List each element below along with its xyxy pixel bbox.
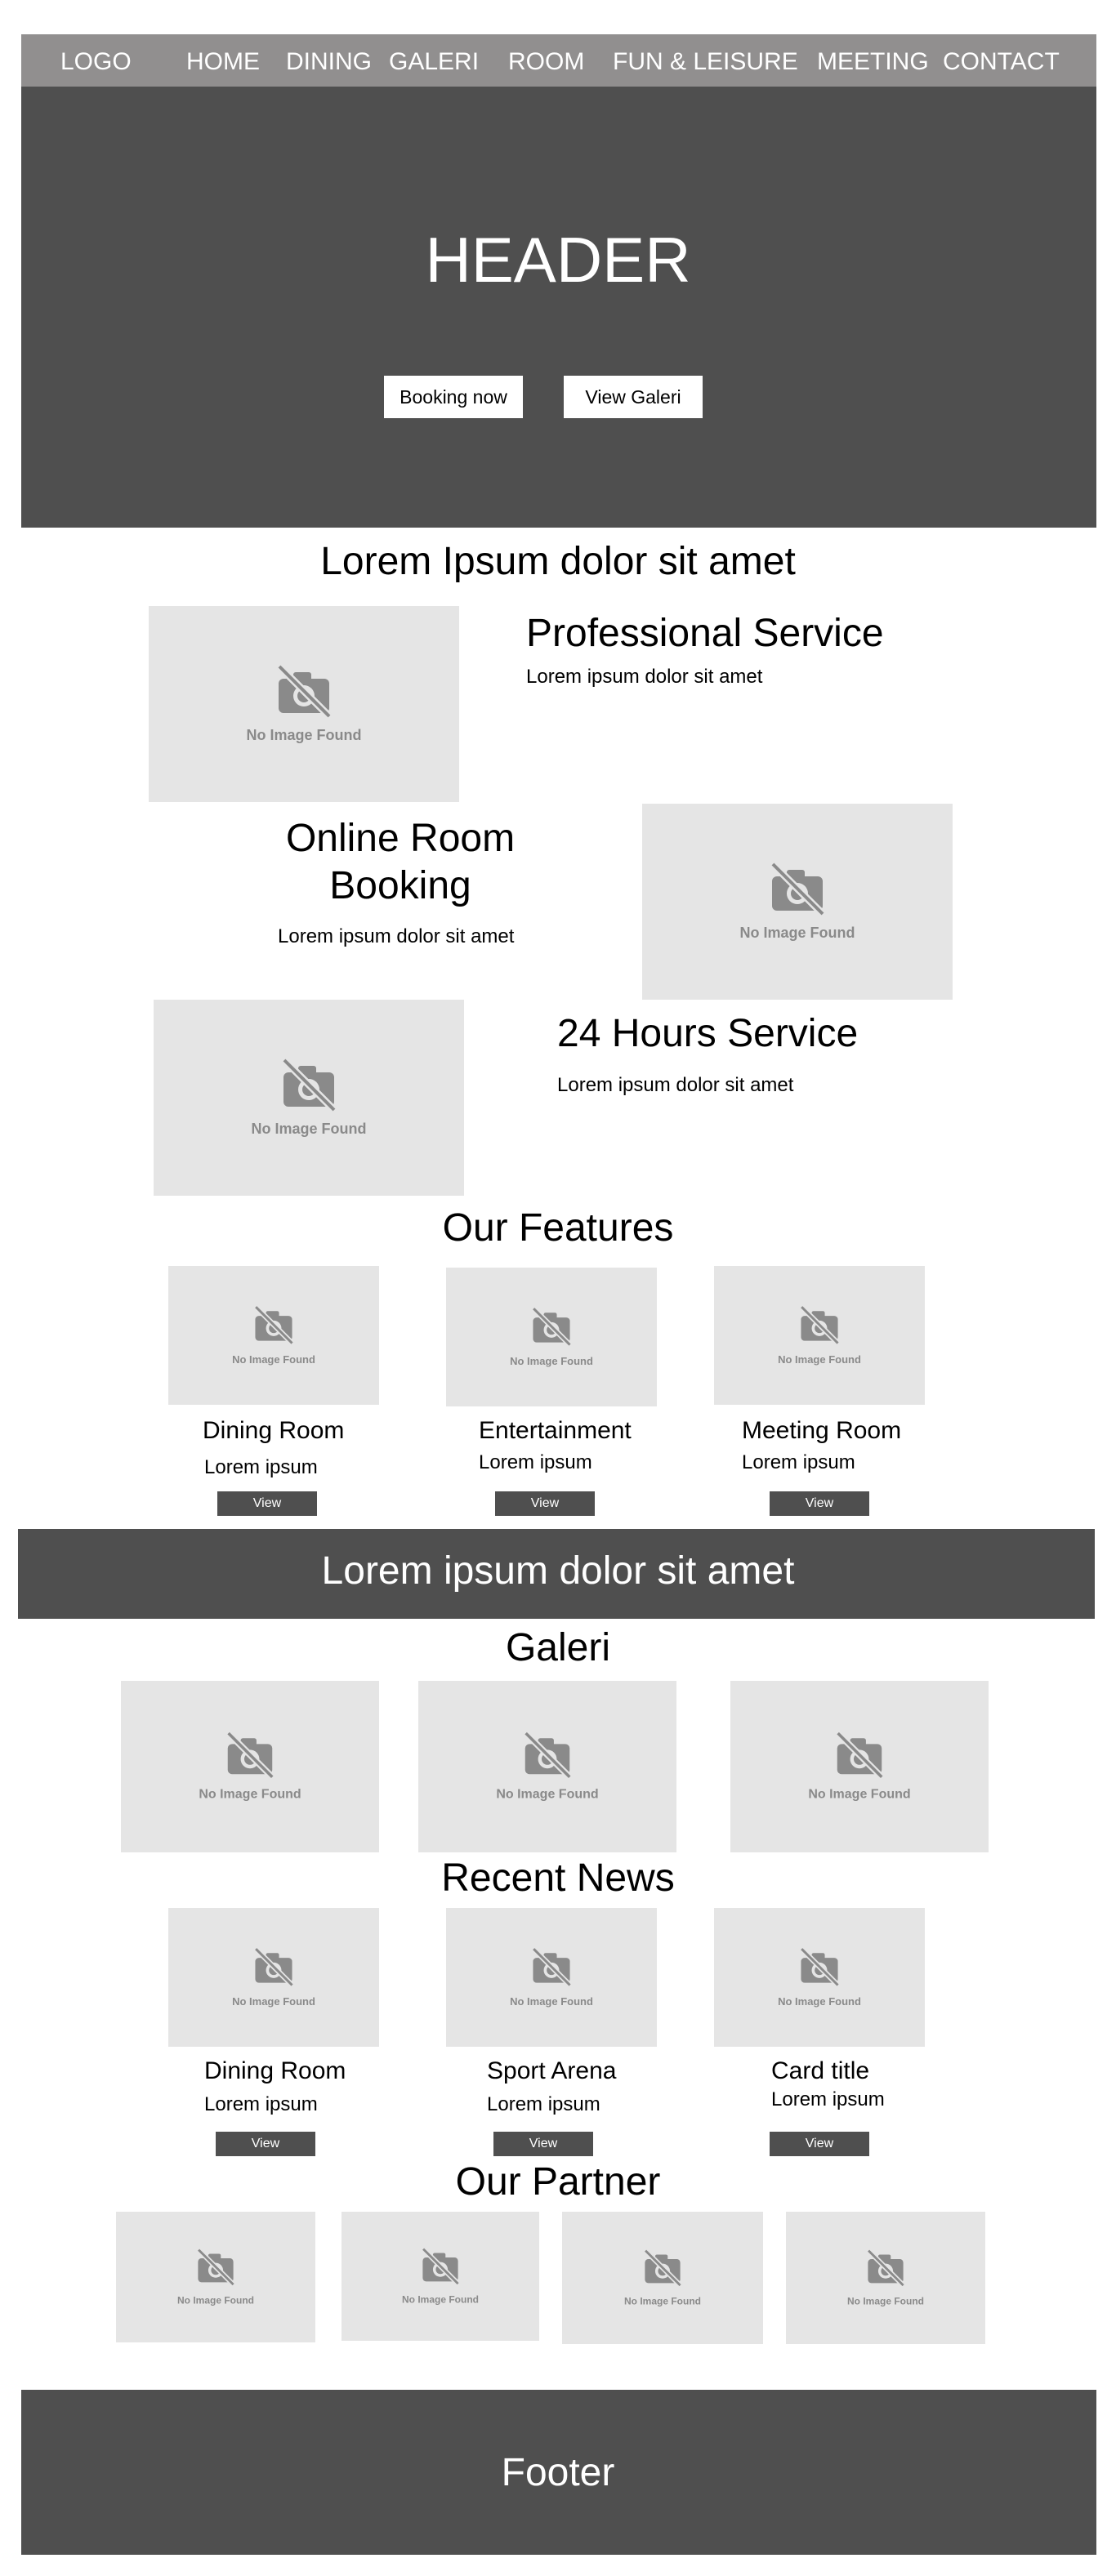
galeri-image[interactable]: No Image Found xyxy=(730,1681,989,1852)
no-image-camera-icon xyxy=(281,1057,337,1113)
nav-item-contact[interactable]: CONTACT xyxy=(943,47,1060,77)
no-image-camera-icon xyxy=(866,2248,905,2288)
image-placeholder: No Image Found xyxy=(446,1908,657,2047)
no-image-camera-icon xyxy=(643,2248,682,2288)
image-placeholder: No Image Found xyxy=(168,1908,379,2047)
galeri-image[interactable]: No Image Found xyxy=(121,1681,379,1852)
no-image-text: No Image Found xyxy=(246,727,362,743)
service-title: 24 Hours Service xyxy=(557,1012,859,1055)
news-card-text: Lorem ipsum xyxy=(487,2093,600,2115)
nav-item-home[interactable]: HOME xyxy=(186,47,260,77)
features-title: Our Features xyxy=(442,1206,674,1250)
feature-title: Meeting Room xyxy=(742,1417,902,1444)
no-image-camera-icon xyxy=(253,1304,294,1345)
service-text: Lorem ipsum dolor sit amet xyxy=(526,666,763,688)
booking-now-button[interactable]: Booking now xyxy=(384,376,523,418)
galeri-title: Galeri xyxy=(505,1626,611,1669)
image-placeholder: No Image Found xyxy=(714,1266,925,1405)
image-placeholder: No Image Found xyxy=(446,1268,657,1406)
news-view-button[interactable]: View xyxy=(216,2132,315,2156)
no-image-text: No Image Found xyxy=(778,1353,861,1366)
no-image-text: No Image Found xyxy=(496,1787,599,1802)
feature-text: Lorem ipsum xyxy=(479,1451,592,1473)
no-image-camera-icon xyxy=(276,663,333,720)
no-image-text: No Image Found xyxy=(808,1787,911,1802)
news-card-text: Lorem ipsum xyxy=(204,2093,318,2115)
partner-logo[interactable]: No Image Found xyxy=(562,2212,763,2344)
service-title-line: Online Room xyxy=(285,817,516,860)
partner-logo[interactable]: No Image Found xyxy=(341,2212,539,2341)
partner-logo[interactable]: No Image Found xyxy=(116,2212,315,2342)
no-image-camera-icon xyxy=(196,2248,235,2287)
news-view-button[interactable]: View xyxy=(493,2132,593,2156)
news-card-text: Lorem ipsum xyxy=(771,2088,885,2110)
service-title: Professional Service xyxy=(526,612,884,655)
no-image-camera-icon xyxy=(799,1946,840,1987)
hero-title: HEADER xyxy=(425,224,691,296)
nav-item-galeri[interactable]: GALERI xyxy=(389,47,479,77)
nav-item-dining[interactable]: DINING xyxy=(286,47,372,77)
no-image-camera-icon xyxy=(523,1731,573,1780)
no-image-text: No Image Found xyxy=(847,2295,924,2307)
feature-view-button[interactable]: View xyxy=(495,1491,595,1516)
image-placeholder: No Image Found xyxy=(154,1000,464,1196)
image-placeholder: No Image Found xyxy=(149,606,459,802)
no-image-text: No Image Found xyxy=(402,2293,479,2306)
no-image-camera-icon xyxy=(531,1306,572,1347)
service-text: Lorem ipsum dolor sit amet xyxy=(278,925,515,947)
footer-text: Footer xyxy=(501,2451,615,2494)
no-image-text: No Image Found xyxy=(510,1355,593,1367)
partner-logo[interactable]: No Image Found xyxy=(786,2212,985,2344)
no-image-camera-icon xyxy=(835,1731,885,1780)
no-image-camera-icon xyxy=(770,861,826,917)
feature-text: Lorem ipsum xyxy=(204,1456,318,1478)
intro-title: Lorem Ipsum dolor sit amet xyxy=(320,540,796,583)
no-image-camera-icon xyxy=(225,1731,275,1780)
service-title: Online Room Booking xyxy=(245,815,556,910)
no-image-camera-icon xyxy=(421,2247,460,2286)
feature-view-button[interactable]: View xyxy=(770,1491,869,1516)
news-card-title: Sport Arena xyxy=(487,2057,617,2084)
no-image-text: No Image Found xyxy=(251,1121,367,1137)
image-placeholder: No Image Found xyxy=(714,1908,925,2047)
no-image-text: No Image Found xyxy=(778,1995,861,2008)
view-galeri-button[interactable]: View Galeri xyxy=(564,376,703,418)
image-placeholder: No Image Found xyxy=(168,1266,379,1405)
galeri-image[interactable]: No Image Found xyxy=(418,1681,676,1852)
no-image-camera-icon xyxy=(253,1946,294,1987)
news-card-title: Card title xyxy=(771,2057,870,2084)
news-title: Recent News xyxy=(441,1856,675,1900)
news-card-title: Dining Room xyxy=(204,2057,346,2084)
no-image-camera-icon xyxy=(799,1304,840,1345)
partner-title: Our Partner xyxy=(455,2160,661,2204)
no-image-text: No Image Found xyxy=(199,1787,301,1802)
no-image-text: No Image Found xyxy=(624,2295,701,2307)
nav-item-fun-leisure[interactable]: FUN & LEISURE xyxy=(613,47,798,77)
hero-header xyxy=(21,87,1096,528)
no-image-text: No Image Found xyxy=(232,1353,315,1366)
feature-text: Lorem ipsum xyxy=(742,1451,855,1473)
no-image-text: No Image Found xyxy=(177,2294,254,2306)
logo[interactable]: LOGO xyxy=(60,47,132,77)
news-view-button[interactable]: View xyxy=(770,2132,869,2156)
no-image-camera-icon xyxy=(531,1946,572,1987)
feature-title: Dining Room xyxy=(203,1417,345,1444)
nav-item-meeting[interactable]: MEETING xyxy=(817,47,929,77)
no-image-text: No Image Found xyxy=(739,925,855,941)
feature-title: Entertainment xyxy=(479,1417,632,1444)
service-title-line: Booking xyxy=(329,864,471,907)
image-placeholder: No Image Found xyxy=(642,804,953,1000)
promo-band-text: Lorem ipsum dolor sit amet xyxy=(321,1549,795,1593)
nav-item-room[interactable]: ROOM xyxy=(508,47,584,77)
no-image-text: No Image Found xyxy=(510,1995,593,2008)
service-text: Lorem ipsum dolor sit amet xyxy=(557,1074,794,1096)
feature-view-button[interactable]: View xyxy=(217,1491,317,1516)
no-image-text: No Image Found xyxy=(232,1995,315,2008)
